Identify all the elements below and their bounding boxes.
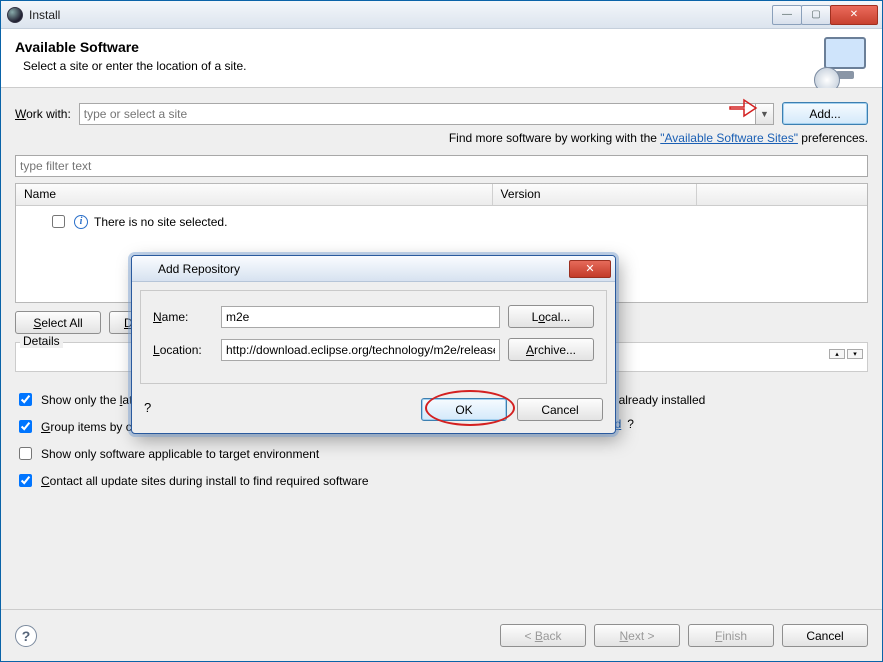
sites-hint: Find more software by working with the "… — [15, 131, 868, 145]
checkbox-target-env[interactable] — [19, 447, 32, 460]
table-header: Name Version — [16, 184, 867, 206]
filter-input[interactable] — [15, 155, 868, 177]
option-target-env[interactable]: Show only software applicable to target … — [15, 444, 369, 463]
eclipse-icon — [138, 262, 152, 276]
column-name[interactable]: Name — [16, 184, 493, 205]
details-expand-down-icon[interactable]: ▾ — [847, 349, 863, 359]
dialog-cancel-button[interactable]: Cancel — [517, 398, 603, 421]
work-with-input[interactable] — [79, 103, 756, 125]
cancel-button[interactable]: Cancel — [782, 624, 868, 647]
info-icon: i — [74, 215, 88, 229]
help-icon[interactable]: ? — [15, 625, 37, 647]
dialog-titlebar: Add Repository ✕ — [132, 256, 615, 282]
select-all-button[interactable]: Select All — [15, 311, 101, 334]
name-label: Name: — [153, 310, 213, 324]
dialog-close-button[interactable]: ✕ — [569, 260, 611, 278]
checkbox-group-category[interactable] — [19, 420, 32, 433]
checkbox-contact-sites[interactable] — [19, 474, 32, 487]
location-label: Location: — [153, 343, 213, 357]
eclipse-icon — [7, 7, 23, 23]
table-row: i There is no site selected. — [24, 210, 859, 233]
chevron-down-icon[interactable]: ▼ — [756, 103, 774, 125]
details-expand-up-icon[interactable]: ▴ — [829, 349, 845, 359]
empty-message: There is no site selected. — [94, 215, 227, 229]
window-titlebar: Install — ▢ ✕ — [1, 1, 882, 29]
ok-button[interactable]: OK — [421, 398, 507, 421]
maximize-button[interactable]: ▢ — [801, 5, 831, 25]
column-version[interactable]: Version — [493, 184, 697, 205]
next-button[interactable]: Next > — [594, 624, 680, 647]
finish-button[interactable]: Finish — [688, 624, 774, 647]
page-subtitle: Select a site or enter the location of a… — [23, 59, 868, 73]
install-banner-icon — [812, 35, 870, 93]
work-with-label: Work with: — [15, 107, 71, 121]
archive-button[interactable]: Archive... — [508, 338, 594, 361]
help-icon[interactable]: ? — [144, 400, 164, 420]
close-button[interactable]: ✕ — [830, 5, 878, 25]
details-label: Details — [20, 334, 63, 348]
wizard-header: Available Software Select a site or ente… — [1, 29, 882, 88]
dialog-title: Add Repository — [158, 262, 569, 276]
add-site-button[interactable]: Add... — [782, 102, 868, 125]
work-with-combo[interactable]: ▼ — [79, 103, 774, 125]
available-sites-link[interactable]: "Available Software Sites" — [660, 131, 798, 145]
back-button[interactable]: < Back — [500, 624, 586, 647]
window-title: Install — [29, 8, 773, 22]
wizard-footer: ? < Back Next > Finish Cancel — [1, 609, 882, 661]
add-repository-dialog: Add Repository ✕ Name: Local... Location… — [131, 255, 616, 434]
minimize-button[interactable]: — — [772, 5, 802, 25]
row-checkbox[interactable] — [52, 215, 65, 228]
checkbox-show-latest[interactable] — [19, 393, 32, 406]
page-title: Available Software — [15, 39, 868, 55]
name-input[interactable] — [221, 306, 500, 328]
option-contact-sites[interactable]: Contact all update sites during install … — [15, 471, 369, 490]
location-input[interactable] — [221, 339, 500, 361]
local-button[interactable]: Local... — [508, 305, 594, 328]
